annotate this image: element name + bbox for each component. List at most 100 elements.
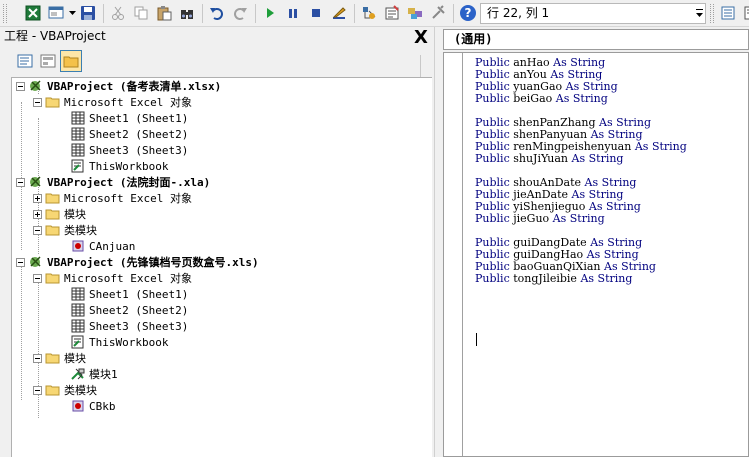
code-keyword: As: [555, 92, 570, 105]
tree-item-sheet[interactable]: Sheet3 (Sheet3): [70, 318, 188, 334]
tree-item-excel-objects[interactable]: Microsoft Excel 对象: [33, 190, 192, 206]
collapse-icon[interactable]: [16, 81, 25, 91]
project-pane-title: 工程 - VBAProject: [4, 29, 106, 43]
open-folder-icon: [45, 273, 60, 284]
tree-item-module[interactable]: 模块1: [70, 366, 118, 382]
code-keyword: As: [634, 140, 649, 153]
find-icon[interactable]: [176, 2, 198, 24]
tree-item-label: Sheet2 (Sheet2): [89, 303, 189, 317]
tree-item-label: Microsoft Excel 对象: [64, 272, 192, 285]
cut-icon[interactable]: [107, 2, 129, 24]
vba-project-icon: [30, 176, 41, 187]
tree-item-label: CBkb: [89, 399, 116, 413]
code-type: String: [651, 140, 687, 153]
code-lines: Public anHao As String Public anYou As St…: [475, 57, 687, 285]
toolbar-separator: [103, 3, 104, 23]
tree-item-sheet[interactable]: Sheet2 (Sheet2): [70, 302, 188, 318]
redo-icon[interactable]: [229, 2, 251, 24]
toolbar-separator: [354, 3, 355, 23]
expand-icon[interactable]: [33, 209, 42, 219]
reset-icon[interactable]: [305, 2, 327, 24]
collapse-icon[interactable]: [16, 257, 25, 267]
list-properties-icon[interactable]: [717, 2, 739, 24]
view-code-button[interactable]: [14, 50, 36, 72]
code-keyword: As: [580, 272, 595, 285]
code-keyword: As: [571, 152, 586, 165]
collapse-icon[interactable]: [33, 353, 42, 363]
design-mode-icon[interactable]: [328, 2, 350, 24]
tree-item-project-2[interactable]: VBAProject (法院封面-.xla): [16, 174, 210, 190]
tree-item-modules[interactable]: 模块: [33, 350, 86, 366]
standard-toolbar: ? 行 22, 列 1: [0, 0, 749, 27]
insert-userform-icon[interactable]: [45, 2, 67, 24]
collapse-icon[interactable]: [33, 385, 42, 395]
list-constants-icon[interactable]: [740, 2, 749, 24]
worksheet-icon: [71, 143, 85, 157]
collapse-icon[interactable]: [33, 97, 42, 107]
tree-item-class[interactable]: CBkb: [70, 398, 116, 414]
tree-item-project-1[interactable]: VBAProject (备考表清单.xlsx): [16, 78, 221, 94]
insert-dropdown-icon[interactable]: [68, 2, 77, 24]
workbook-icon: [71, 335, 84, 349]
tree-item-label: ThisWorkbook: [89, 159, 169, 173]
excel-view-icon[interactable]: [22, 2, 44, 24]
tree-item-class-modules[interactable]: 类模块: [33, 222, 97, 238]
run-icon[interactable]: [259, 2, 281, 24]
project-explorer-icon[interactable]: [358, 2, 380, 24]
save-icon[interactable]: [77, 2, 99, 24]
tree-item-workbook[interactable]: ThisWorkbook: [70, 334, 168, 350]
cursor-position-status: 行 22, 列 1: [480, 3, 706, 24]
tree-item-excel-objects[interactable]: Microsoft Excel 对象: [33, 94, 192, 110]
tree-item-sheet[interactable]: Sheet2 (Sheet2): [70, 126, 188, 142]
view-object-icon: [40, 54, 56, 68]
code-window: (通用) Public anHao As String Public anYou …: [440, 27, 749, 457]
collapse-icon[interactable]: [16, 177, 25, 187]
break-icon[interactable]: [282, 2, 304, 24]
project-tree: VBAProject (备考表清单.xlsx) Microsoft Excel …: [11, 77, 432, 457]
code-identifier: jieGuo: [513, 212, 550, 225]
view-object-button[interactable]: [37, 50, 59, 72]
tree-item-class-modules[interactable]: 类模块: [33, 382, 97, 398]
worksheet-icon: [71, 127, 85, 141]
tree-item-label: VBAProject (先锋镇档号页数盒号.xls): [47, 256, 259, 269]
code-keyword: Public: [475, 92, 510, 105]
tree-item-sheet[interactable]: Sheet1 (Sheet1): [70, 286, 188, 302]
copy-icon[interactable]: [130, 2, 152, 24]
tree-item-sheet[interactable]: Sheet3 (Sheet3): [70, 142, 188, 158]
close-icon: X: [414, 26, 428, 48]
project-pane-toolbar: [14, 50, 82, 74]
worksheet-icon: [71, 111, 85, 125]
help-icon[interactable]: ?: [457, 2, 479, 24]
object-browser-icon[interactable]: [404, 2, 426, 24]
toolbar-grip[interactable]: [710, 3, 714, 23]
code-line: Public beiGao As String: [475, 93, 687, 105]
toolbox-icon[interactable]: [427, 2, 449, 24]
properties-icon[interactable]: [381, 2, 403, 24]
paste-icon[interactable]: [153, 2, 175, 24]
object-combobox[interactable]: (通用): [443, 29, 749, 50]
tree-item-workbook[interactable]: ThisWorkbook: [70, 158, 168, 174]
folder-icon: [45, 209, 60, 220]
tree-item-label: CAnjuan: [89, 239, 136, 253]
tree-item-project-3[interactable]: VBAProject (先锋镇档号页数盒号.xls): [16, 254, 259, 270]
tree-item-excel-objects[interactable]: Microsoft Excel 对象: [33, 270, 192, 286]
collapse-icon[interactable]: [33, 273, 42, 283]
tree-item-label: 类模块: [64, 224, 97, 237]
close-project-pane-button[interactable]: X: [411, 26, 431, 48]
collapse-icon[interactable]: [33, 225, 42, 235]
code-keyword: Public: [475, 272, 510, 285]
toolbar-options-dropdown-icon[interactable]: [694, 5, 705, 22]
toggle-folders-button[interactable]: [60, 50, 82, 72]
code-line: Public tongJileibie As String: [475, 273, 687, 285]
tree-item-class[interactable]: CAnjuan: [70, 238, 135, 254]
code-editor[interactable]: Public anHao As String Public anYou As St…: [443, 52, 749, 457]
undo-icon[interactable]: [206, 2, 228, 24]
toolbar-separator: [255, 3, 256, 23]
expand-icon[interactable]: [33, 193, 42, 203]
toolbar-separator: [453, 3, 454, 23]
tree-item-sheet[interactable]: Sheet1 (Sheet1): [70, 110, 188, 126]
svg-text:?: ?: [465, 6, 472, 20]
toolbar-grip[interactable]: [3, 4, 7, 23]
tree-item-modules[interactable]: 模块: [33, 206, 86, 222]
code-margin-indicator-bar[interactable]: [444, 53, 463, 456]
